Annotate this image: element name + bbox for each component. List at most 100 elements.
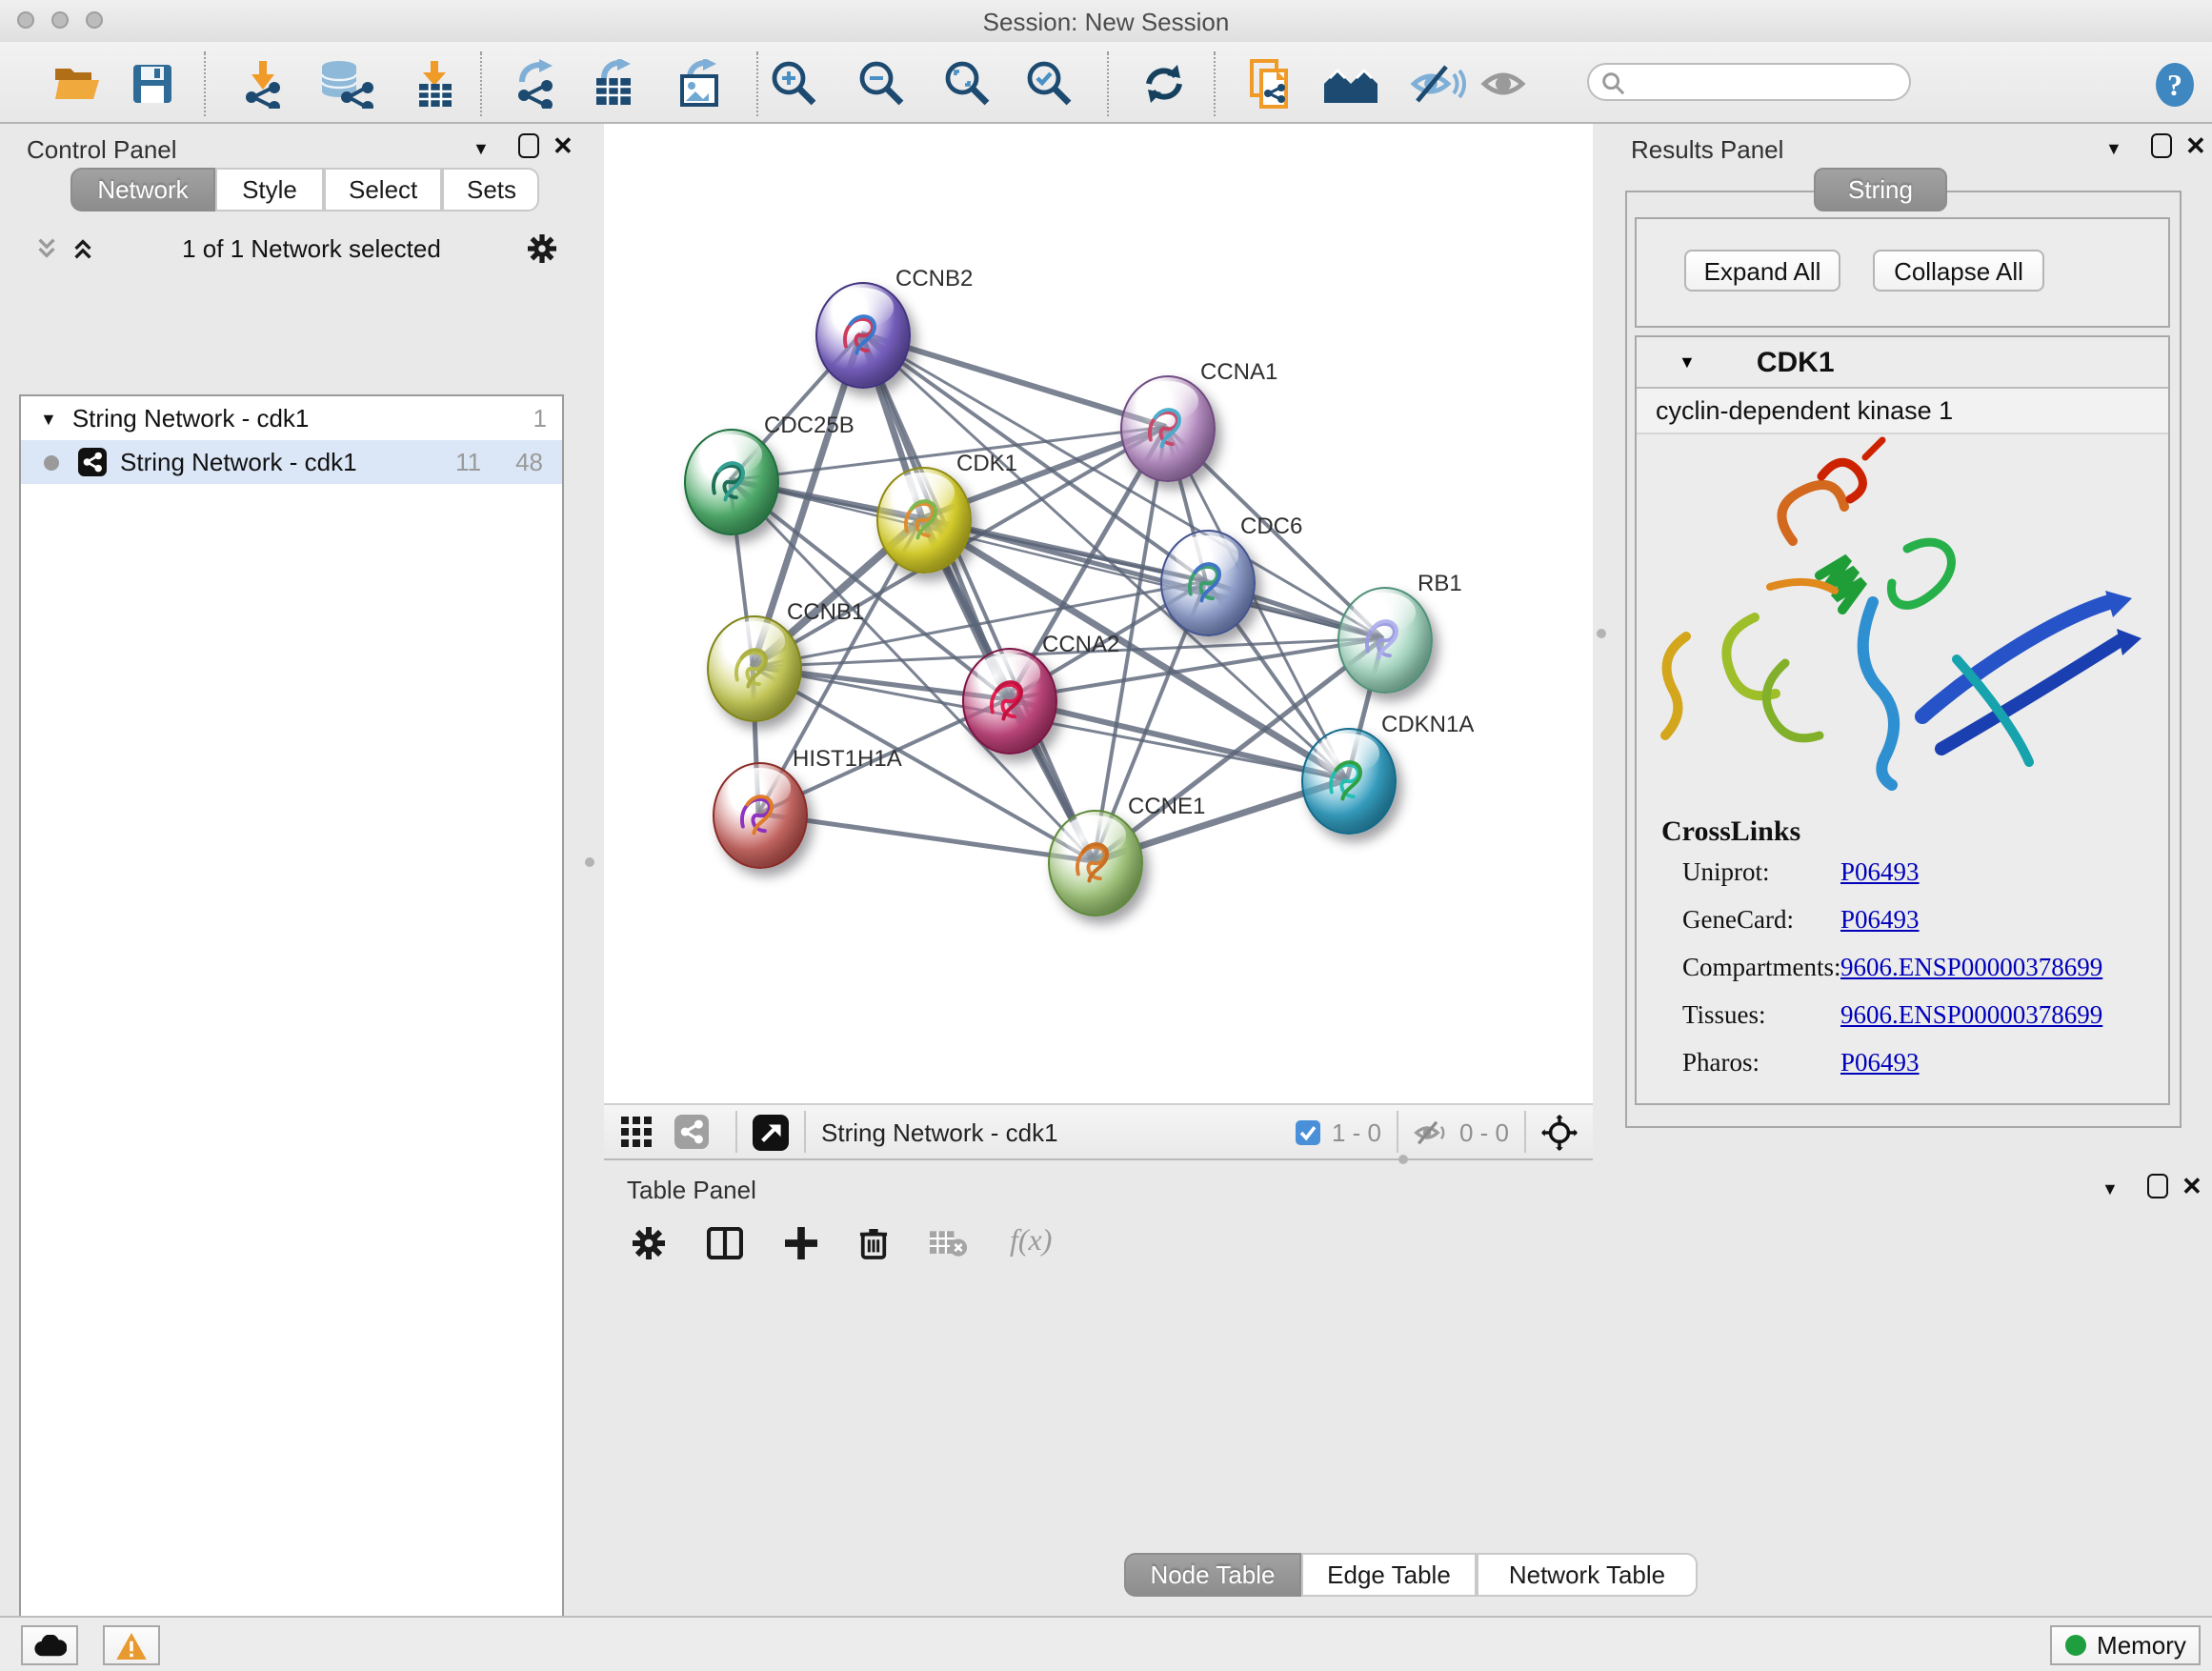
function-builder-icon: f(x): [1010, 1225, 1052, 1259]
crosslink-row: Compartments:9606.ENSP00000378699: [1682, 953, 2168, 983]
clone-network-icon[interactable]: [1242, 57, 1299, 111]
selected-checkbox-icon[interactable]: [1296, 1119, 1320, 1144]
network-selector-row: 1 of 1 Network selected: [19, 225, 564, 271]
show-hide-eye-icon[interactable]: [1410, 57, 1467, 111]
network-edge[interactable]: [861, 333, 1094, 861]
network-view[interactable]: CCNB2CCNA1CDC25BCDK1CDC6RB1CCNB1CCNA2CDK…: [604, 124, 1593, 1103]
horizontal-splitter-handle[interactable]: [1398, 1155, 1408, 1164]
network-node-cdk1[interactable]: [876, 467, 972, 574]
tab-network[interactable]: Network: [70, 168, 215, 211]
control-panel: Control Panel ▼ ✕ Network Style Select S…: [0, 124, 581, 1616]
crosslink-value-link[interactable]: P06493: [1840, 1048, 1920, 1078]
expand-all-button[interactable]: Expand All: [1684, 250, 1840, 292]
export-image-icon[interactable]: [671, 57, 728, 111]
network-edge[interactable]: [758, 814, 1094, 861]
network-node-ccnb1[interactable]: [707, 615, 802, 722]
network-node-hist1h1a[interactable]: [713, 762, 808, 869]
expand-collapse-box: Expand All Collapse All: [1635, 217, 2170, 328]
network-node-cdc6[interactable]: [1160, 530, 1256, 636]
node-label: CCNA1: [1200, 358, 1277, 385]
results-panel-menu-icon[interactable]: ▼: [2105, 139, 2122, 158]
crosslink-row: GeneCard:P06493: [1682, 905, 2168, 936]
gear-icon[interactable]: [528, 233, 556, 262]
network-type-icon: [78, 448, 107, 476]
tab-network-table[interactable]: Network Table: [1477, 1553, 1698, 1597]
tab-edge-table[interactable]: Edge Table: [1301, 1553, 1477, 1597]
zoom-in-icon[interactable]: [766, 57, 823, 111]
network-edge[interactable]: [1008, 699, 1347, 779]
delete-column-trash-icon[interactable]: [859, 1226, 888, 1258]
warnings-button[interactable]: [103, 1625, 160, 1665]
table-panel-float-icon[interactable]: [2147, 1174, 2168, 1198]
export-table-icon[interactable]: [585, 57, 642, 111]
add-column-icon[interactable]: [785, 1226, 817, 1258]
crosslink-value-link[interactable]: P06493: [1840, 905, 1920, 936]
network-collection-row[interactable]: ▼ String Network - cdk1 1: [21, 396, 562, 440]
protein-structure-thumbnail: [1358, 612, 1408, 669]
import-network-icon[interactable]: [234, 57, 292, 111]
network-view-toolbar: String Network - cdk1 1 - 0 0 - 0: [604, 1103, 1593, 1160]
left-splitter-handle[interactable]: [585, 857, 594, 867]
tab-node-table[interactable]: Node Table: [1124, 1553, 1301, 1597]
export-network-icon[interactable]: [507, 57, 564, 111]
right-splitter-handle[interactable]: [1597, 629, 1606, 638]
help-icon[interactable]: ?: [2145, 57, 2202, 111]
results-panel: Results Panel ▼ ✕ String Expand All Coll…: [1616, 124, 2212, 1162]
tab-string[interactable]: String: [1814, 168, 1947, 211]
zoom-selected-icon[interactable]: [1021, 57, 1078, 111]
first-neighbors-icon[interactable]: [1322, 57, 1379, 111]
tab-style[interactable]: Style: [215, 168, 324, 211]
save-session-icon[interactable]: [124, 57, 181, 111]
memory-button[interactable]: Memory: [2050, 1625, 2201, 1665]
open-session-icon[interactable]: [48, 57, 105, 111]
crosslink-value-link[interactable]: P06493: [1840, 857, 1920, 888]
control-panel-menu-icon[interactable]: ▼: [473, 139, 490, 158]
table-panel-menu-icon[interactable]: ▼: [2101, 1179, 2119, 1198]
collapse-all-button[interactable]: Collapse All: [1873, 250, 2044, 292]
network-node-ccna1[interactable]: [1120, 375, 1216, 482]
table-options-gear-icon[interactable]: [633, 1226, 665, 1258]
refresh-icon[interactable]: [1136, 57, 1193, 111]
birds-eye-view-icon[interactable]: [753, 1114, 789, 1150]
zoom-out-icon[interactable]: [854, 57, 911, 111]
control-panel-title: Control Panel: [27, 135, 177, 164]
collapse-all-chevrons-icon[interactable]: [70, 235, 95, 260]
network-node-cdc25b[interactable]: [684, 429, 779, 535]
network-node-ccnb2[interactable]: [815, 282, 911, 389]
main-toolbar: ?: [0, 42, 2212, 124]
control-panel-close-icon[interactable]: ✕: [553, 131, 573, 162]
network-node-cdkn1a[interactable]: [1301, 728, 1397, 835]
network-row[interactable]: String Network - cdk1 11 48: [21, 440, 562, 484]
tab-sets[interactable]: Sets: [442, 168, 539, 211]
results-panel-title: Results Panel: [1631, 135, 1783, 164]
show-columns-icon[interactable]: [707, 1226, 743, 1258]
pan-crosshair-icon[interactable]: [1541, 1114, 1578, 1150]
network-node-ccna2[interactable]: [962, 648, 1057, 755]
node-label: CDK1: [956, 450, 1017, 476]
collection-expand-icon[interactable]: ▼: [40, 409, 57, 428]
expand-all-chevrons-icon[interactable]: [34, 235, 59, 260]
gene-section-header[interactable]: ▼ CDK1: [1637, 337, 2168, 389]
crosslink-value-link[interactable]: 9606.ENSP00000378699: [1840, 1000, 2102, 1031]
gene-name: CDK1: [1757, 346, 1835, 378]
results-panel-float-icon[interactable]: [2151, 133, 2172, 158]
results-panel-close-icon[interactable]: ✕: [2185, 131, 2206, 162]
import-network-from-database-icon[interactable]: [316, 57, 373, 111]
grid-view-icon[interactable]: [621, 1117, 652, 1147]
show-all-eye-icon[interactable]: [1478, 57, 1536, 111]
cloud-button[interactable]: [21, 1625, 78, 1665]
search-input[interactable]: [1625, 67, 1880, 97]
network-node-ccne1[interactable]: [1048, 810, 1143, 916]
gene-collapse-icon[interactable]: ▼: [1679, 352, 1696, 372]
import-table-icon[interactable]: [406, 57, 463, 111]
network-node-rb1[interactable]: [1337, 587, 1433, 694]
cloud-icon: [33, 1634, 66, 1657]
protein-structure-thumbnail: [983, 673, 1033, 730]
table-panel-close-icon[interactable]: ✕: [2182, 1172, 2202, 1202]
crosslink-label: Tissues:: [1682, 1000, 1840, 1031]
zoom-fit-icon[interactable]: [939, 57, 996, 111]
control-panel-float-icon[interactable]: [518, 133, 539, 158]
crosslink-value-link[interactable]: 9606.ENSP00000378699: [1840, 953, 2102, 983]
search-field[interactable]: [1587, 63, 1911, 101]
tab-select[interactable]: Select: [324, 168, 442, 211]
